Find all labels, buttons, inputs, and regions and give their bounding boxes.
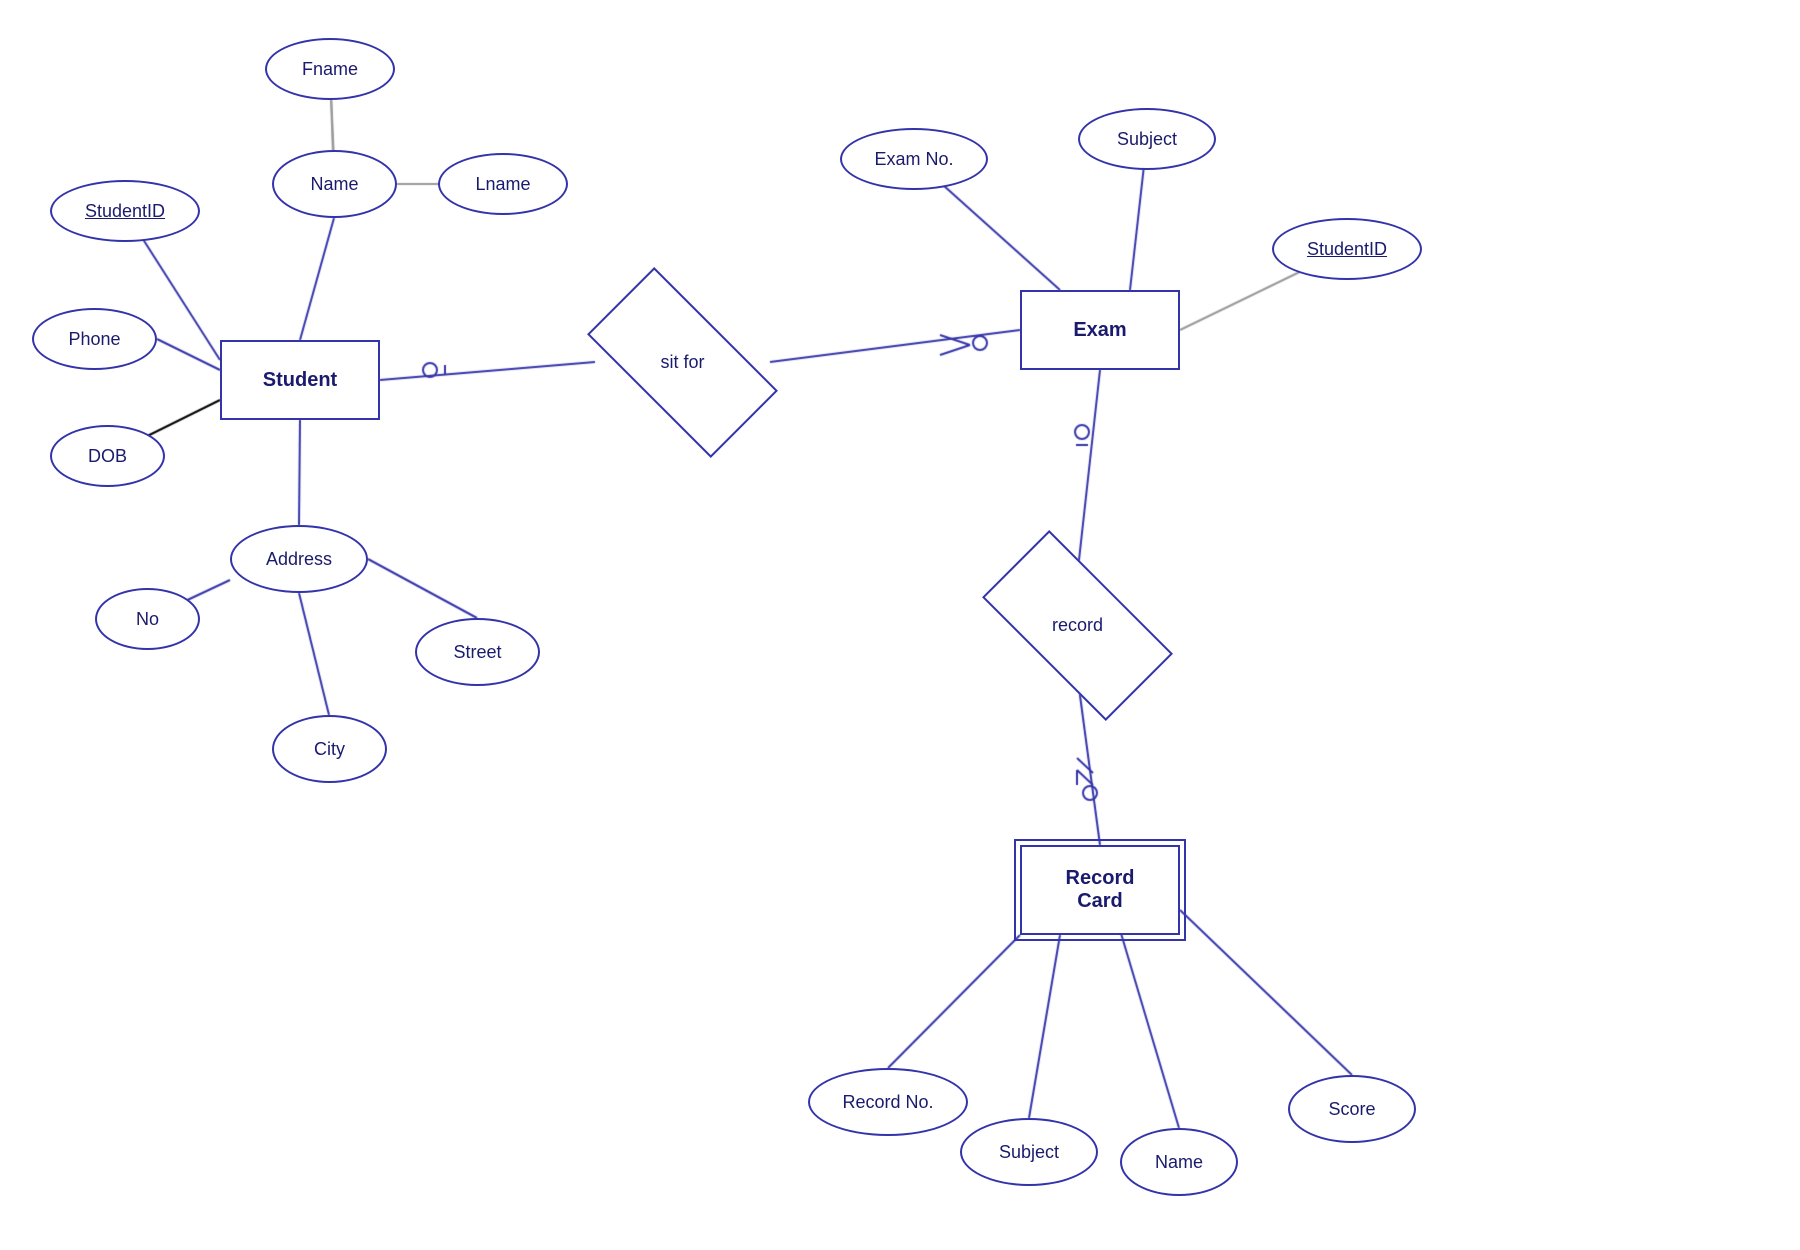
entity-record-card: Record Card [1020, 845, 1180, 935]
entity-student: Student [220, 340, 380, 420]
ellipse-record-no: Record No. [808, 1068, 968, 1136]
diamond-sit-for: sit for [595, 315, 770, 410]
ellipse-address: Address [230, 525, 368, 593]
ellipse-street: Street [415, 618, 540, 686]
er-diagram: Student Exam Record Card Fname Lname Nam… [0, 0, 1800, 1250]
ellipse-name-rc: Name [1120, 1128, 1238, 1196]
ellipse-subject-exam: Subject [1078, 108, 1216, 170]
ellipse-studentid-exam: StudentID [1272, 218, 1422, 280]
ellipse-lname: Lname [438, 153, 568, 215]
ellipse-phone: Phone [32, 308, 157, 370]
ellipse-fname: Fname [265, 38, 395, 100]
diamond-record: record [990, 578, 1165, 673]
ellipse-dob: DOB [50, 425, 165, 487]
ellipse-no: No [95, 588, 200, 650]
ellipse-score: Score [1288, 1075, 1416, 1143]
ellipse-subject-rc: Subject [960, 1118, 1098, 1186]
ellipse-city: City [272, 715, 387, 783]
ellipse-name-student: Name [272, 150, 397, 218]
ellipse-exam-no: Exam No. [840, 128, 988, 190]
ellipse-studentid-student: StudentID [50, 180, 200, 242]
entity-exam: Exam [1020, 290, 1180, 370]
